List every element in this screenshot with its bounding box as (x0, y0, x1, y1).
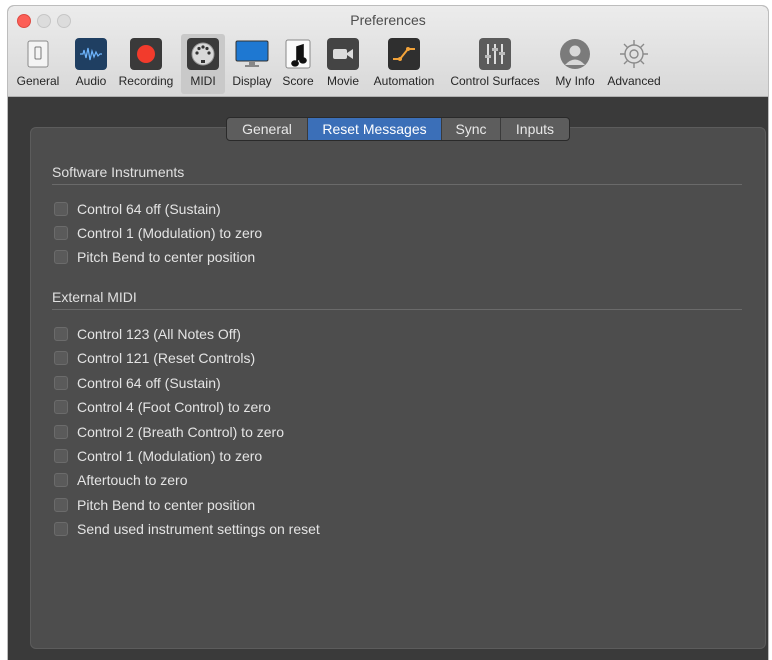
toolbar-display[interactable]: Display (228, 34, 276, 94)
si-pitch-bend-option[interactable]: Pitch Bend to center position (54, 247, 255, 267)
section-divider (52, 184, 742, 185)
checkbox[interactable] (54, 425, 68, 439)
em-pitch-bend-option[interactable]: Pitch Bend to center position (54, 495, 255, 515)
em-control-121-option[interactable]: Control 121 (Reset Controls) (54, 348, 255, 368)
toolbar-audio[interactable]: Audio (66, 34, 116, 94)
preferences-toolbar: General Audio Recording MIDI Display Sco… (8, 34, 768, 94)
checkbox[interactable] (54, 226, 68, 240)
em-send-instrument-settings-option[interactable]: Send used instrument settings on reset (54, 519, 320, 539)
checkbox[interactable] (54, 202, 68, 216)
external-midi-heading: External MIDI (52, 289, 137, 305)
em-aftertouch-option[interactable]: Aftertouch to zero (54, 470, 188, 490)
preferences-window: Preferences General Audio Recording MIDI… (8, 6, 768, 660)
toolbar-my-info[interactable]: My Info (550, 34, 600, 94)
my-info-icon (559, 38, 591, 70)
si-control-64-option[interactable]: Control 64 off (Sustain) (54, 199, 221, 219)
si-control-1-option[interactable]: Control 1 (Modulation) to zero (54, 223, 262, 243)
midi-icon (187, 38, 219, 70)
toolbar-automation[interactable]: Automation (368, 34, 440, 94)
checkbox[interactable] (54, 376, 68, 390)
checkbox[interactable] (54, 327, 68, 341)
general-icon (22, 38, 54, 70)
em-control-1-option[interactable]: Control 1 (Modulation) to zero (54, 446, 262, 466)
tab-general[interactable]: General (227, 118, 308, 140)
window-title: Preferences (350, 12, 426, 28)
control-surfaces-icon (479, 38, 511, 70)
section-divider (52, 309, 742, 310)
checkbox[interactable] (54, 522, 68, 536)
display-icon (234, 38, 270, 70)
checkbox[interactable] (54, 351, 68, 365)
checkbox[interactable] (54, 449, 68, 463)
checkbox[interactable] (54, 498, 68, 512)
toolbar-score[interactable]: Score (278, 34, 318, 94)
toolbar-general[interactable]: General (12, 34, 64, 94)
em-control-4-option[interactable]: Control 4 (Foot Control) to zero (54, 397, 271, 417)
tab-inputs[interactable]: Inputs (501, 118, 569, 140)
em-control-123-option[interactable]: Control 123 (All Notes Off) (54, 324, 241, 344)
toolbar-recording[interactable]: Recording (114, 34, 178, 94)
score-icon (282, 38, 314, 70)
recording-icon (130, 38, 162, 70)
movie-icon (327, 38, 359, 70)
title-bar: Preferences General Audio Recording MIDI… (8, 6, 768, 97)
toolbar-movie[interactable]: Movie (320, 34, 366, 94)
tab-sync[interactable]: Sync (442, 118, 501, 140)
preferences-tabs: General Reset Messages Sync Inputs (226, 117, 570, 141)
em-control-2-option[interactable]: Control 2 (Breath Control) to zero (54, 422, 284, 442)
tab-reset-messages[interactable]: Reset Messages (308, 118, 442, 140)
checkbox[interactable] (54, 400, 68, 414)
toolbar-control-surfaces[interactable]: Control Surfaces (444, 34, 546, 94)
toolbar-midi[interactable]: MIDI (181, 34, 225, 94)
checkbox[interactable] (54, 250, 68, 264)
checkbox[interactable] (54, 473, 68, 487)
em-control-64-option[interactable]: Control 64 off (Sustain) (54, 373, 221, 393)
automation-icon (388, 38, 420, 70)
audio-icon (75, 38, 107, 70)
toolbar-advanced[interactable]: Advanced (602, 34, 666, 94)
advanced-icon (618, 38, 650, 70)
software-instruments-heading: Software Instruments (52, 164, 185, 180)
